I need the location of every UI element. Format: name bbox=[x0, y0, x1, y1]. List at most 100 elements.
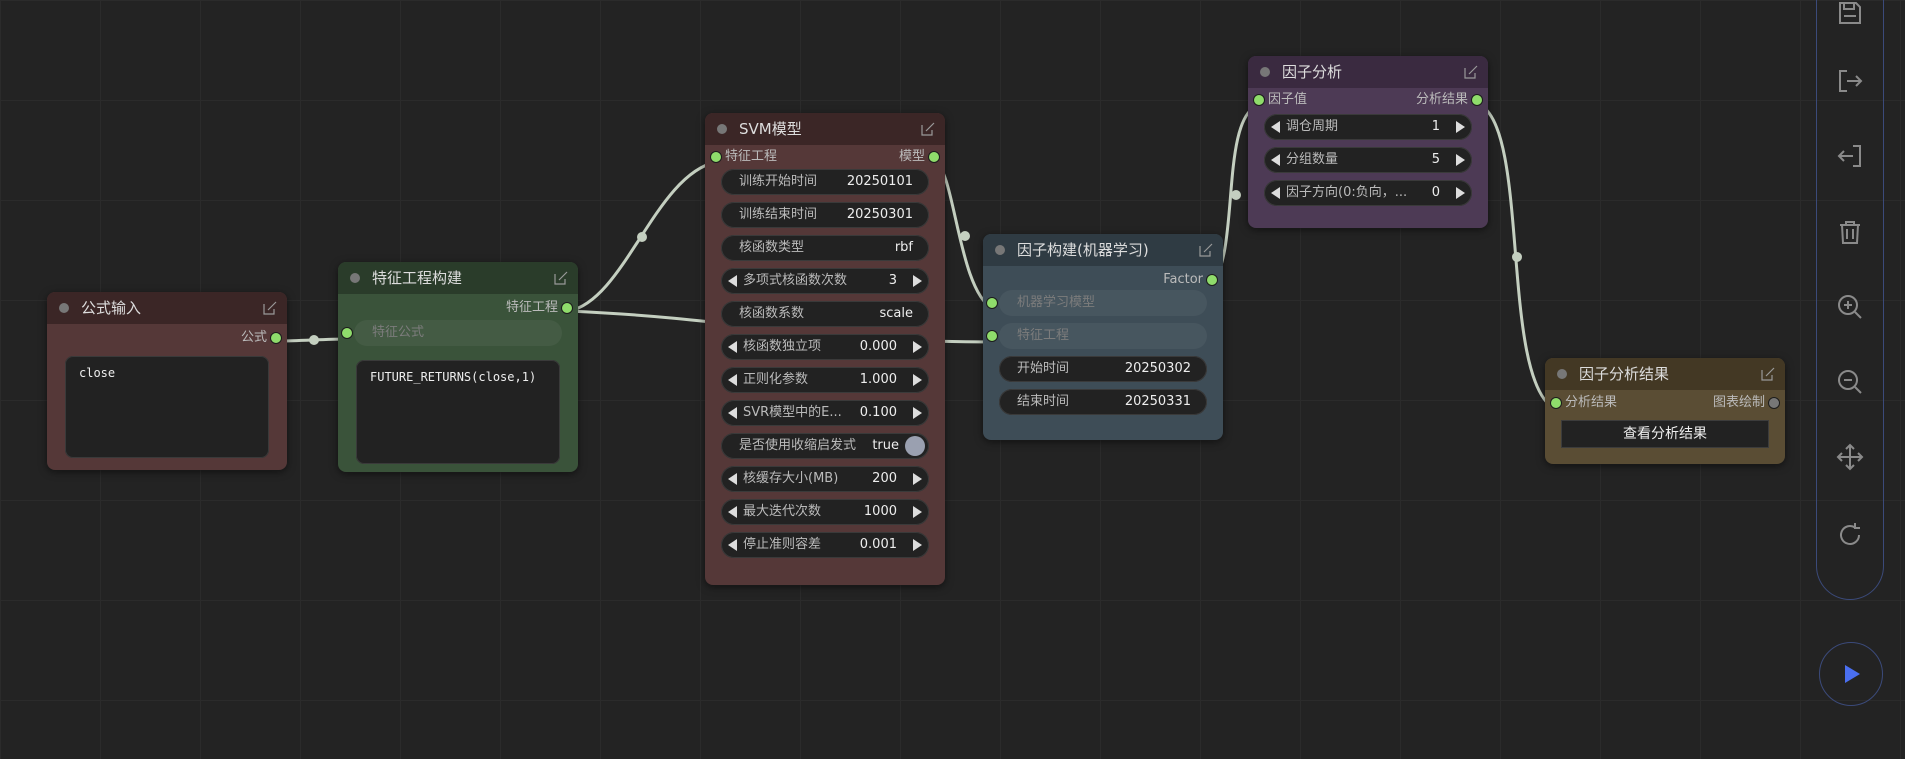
svm-param-field[interactable]: 是否使用收缩启发式 true bbox=[721, 433, 929, 459]
collapse-dot[interactable] bbox=[717, 124, 727, 134]
edit-icon[interactable] bbox=[1761, 367, 1775, 381]
link-reroute-dot bbox=[960, 231, 970, 241]
input-port[interactable] bbox=[1254, 95, 1264, 105]
node-svm-model[interactable]: SVM模型 特征工程 模型 训练开始时间 20250101 训练结束时间 202503… bbox=[705, 113, 945, 585]
increment-arrow-icon[interactable] bbox=[1456, 121, 1465, 133]
end-time-field[interactable]: 结束时间 20250331 bbox=[999, 389, 1207, 415]
node-formula-input[interactable]: 公式输入 公式 close bbox=[47, 292, 287, 470]
input-port[interactable] bbox=[987, 298, 997, 308]
decrement-arrow-icon[interactable] bbox=[728, 275, 737, 287]
increment-arrow-icon[interactable] bbox=[913, 275, 922, 287]
input-port[interactable] bbox=[1551, 398, 1561, 408]
move-icon[interactable] bbox=[1835, 442, 1865, 472]
increment-arrow-icon[interactable] bbox=[913, 407, 922, 419]
import-icon[interactable] bbox=[1835, 141, 1865, 171]
decrement-arrow-icon[interactable] bbox=[728, 341, 737, 353]
field-value: rbf bbox=[894, 240, 913, 255]
edit-icon[interactable] bbox=[1199, 243, 1213, 257]
feature-textarea[interactable]: FUTURE_RETURNS(close,1) bbox=[356, 360, 560, 464]
group-count-stepper[interactable]: 分组数量 5 bbox=[1264, 147, 1472, 173]
run-button[interactable] bbox=[1819, 642, 1883, 706]
zoom-in-icon[interactable] bbox=[1835, 292, 1865, 322]
input-port[interactable] bbox=[987, 331, 997, 341]
field-value: 0.000 bbox=[859, 339, 897, 354]
increment-arrow-icon[interactable] bbox=[913, 506, 922, 518]
edit-icon[interactable] bbox=[554, 271, 568, 285]
collapse-dot[interactable] bbox=[1557, 369, 1567, 379]
link-reroute-dot bbox=[309, 335, 319, 345]
svm-param-field[interactable]: 训练开始时间 20250101 bbox=[721, 169, 929, 195]
svm-param-field[interactable]: 训练结束时间 20250301 bbox=[721, 202, 929, 228]
link-feature-svm bbox=[567, 160, 718, 313]
collapse-dot[interactable] bbox=[350, 273, 360, 283]
output-port[interactable] bbox=[1472, 95, 1482, 105]
node-title-bar[interactable]: SVM模型 bbox=[705, 113, 945, 145]
ml-model-input[interactable]: 机器学习模型 bbox=[987, 290, 1207, 316]
refresh-icon[interactable] bbox=[1835, 520, 1865, 550]
factor-direction-stepper[interactable]: 因子方向(0:负向，... 0 bbox=[1264, 180, 1472, 206]
start-time-field[interactable]: 开始时间 20250302 bbox=[999, 356, 1207, 382]
increment-arrow-icon[interactable] bbox=[913, 539, 922, 551]
export-icon[interactable] bbox=[1835, 66, 1865, 96]
collapse-dot[interactable] bbox=[59, 303, 69, 313]
save-icon[interactable] bbox=[1835, 0, 1865, 28]
output-label: 模型 bbox=[898, 149, 925, 164]
formula-textarea[interactable]: close bbox=[65, 356, 269, 458]
decrement-arrow-icon[interactable] bbox=[728, 539, 737, 551]
node-title-bar[interactable]: 因子构建(机器学习) bbox=[983, 234, 1223, 266]
svm-param-field[interactable]: 核函数独立项 0.000 bbox=[721, 334, 929, 360]
node-factor-result[interactable]: 因子分析结果 分析结果 图表绘制 查看分析结果 bbox=[1545, 358, 1785, 464]
view-results-button[interactable]: 查看分析结果 bbox=[1561, 420, 1769, 448]
field-label: 核函数类型 bbox=[739, 240, 805, 255]
svm-param-field[interactable]: 核缓存大小(MB) 200 bbox=[721, 466, 929, 492]
output-port[interactable] bbox=[1207, 275, 1217, 285]
node-factor-analysis[interactable]: 因子分析 因子值 分析结果 调仓周期 1 分组数量 5 因子方向(0:负向，..… bbox=[1248, 56, 1488, 228]
output-port[interactable] bbox=[1769, 398, 1779, 408]
increment-arrow-icon[interactable] bbox=[913, 473, 922, 485]
decrement-arrow-icon[interactable] bbox=[1271, 187, 1280, 199]
field-label: 停止准则容差 bbox=[743, 537, 822, 552]
node-title-bar[interactable]: 特征工程构建 bbox=[338, 262, 578, 294]
feature-formula-input[interactable]: 特征公式 bbox=[342, 320, 562, 346]
svm-param-field[interactable]: SVR模型中的E... 0.100 bbox=[721, 400, 929, 426]
input-port[interactable] bbox=[711, 152, 721, 162]
decrement-arrow-icon[interactable] bbox=[728, 473, 737, 485]
output-port[interactable] bbox=[562, 303, 572, 313]
decrement-arrow-icon[interactable] bbox=[728, 506, 737, 518]
zoom-out-icon[interactable] bbox=[1835, 367, 1865, 397]
svm-param-field[interactable]: 核函数类型 rbf bbox=[721, 235, 929, 261]
increment-arrow-icon[interactable] bbox=[913, 341, 922, 353]
output-port[interactable] bbox=[271, 333, 281, 343]
increment-arrow-icon[interactable] bbox=[913, 374, 922, 386]
edit-icon[interactable] bbox=[921, 122, 935, 136]
node-factor-ml[interactable]: 因子构建(机器学习) Factor 机器学习模型 特征工程 开始时间 20250… bbox=[983, 234, 1223, 440]
decrement-arrow-icon[interactable] bbox=[728, 407, 737, 419]
increment-arrow-icon[interactable] bbox=[1456, 154, 1465, 166]
feature-eng-input[interactable]: 特征工程 bbox=[987, 323, 1207, 349]
field-value: 5 bbox=[1431, 152, 1440, 167]
svm-param-field[interactable]: 最大迭代次数 1000 bbox=[721, 499, 929, 525]
toggle-knob[interactable] bbox=[905, 436, 925, 456]
node-title-bar[interactable]: 公式输入 bbox=[47, 292, 287, 324]
decrement-arrow-icon[interactable] bbox=[1271, 154, 1280, 166]
svm-param-field[interactable]: 核函数系数 scale bbox=[721, 301, 929, 327]
trash-icon[interactable] bbox=[1835, 217, 1865, 247]
play-icon bbox=[1845, 665, 1860, 683]
edit-icon[interactable] bbox=[263, 301, 277, 315]
svm-param-field[interactable]: 多项式核函数次数 3 bbox=[721, 268, 929, 294]
collapse-dot[interactable] bbox=[1260, 67, 1270, 77]
output-port[interactable] bbox=[929, 152, 939, 162]
decrement-arrow-icon[interactable] bbox=[728, 374, 737, 386]
field-value: 20250331 bbox=[1124, 394, 1191, 409]
node-title-bar[interactable]: 因子分析 bbox=[1248, 56, 1488, 88]
collapse-dot[interactable] bbox=[995, 245, 1005, 255]
svm-param-field[interactable]: 正则化参数 1.000 bbox=[721, 367, 929, 393]
increment-arrow-icon[interactable] bbox=[1456, 187, 1465, 199]
node-feature-engineering[interactable]: 特征工程构建 特征工程 特征公式 FUTURE_RETURNS(close,1) bbox=[338, 262, 578, 472]
svm-param-field[interactable]: 停止准则容差 0.001 bbox=[721, 532, 929, 558]
edit-icon[interactable] bbox=[1464, 65, 1478, 79]
decrement-arrow-icon[interactable] bbox=[1271, 121, 1280, 133]
input-port[interactable] bbox=[342, 328, 352, 338]
rebalance-period-stepper[interactable]: 调仓周期 1 bbox=[1264, 114, 1472, 140]
node-title-bar[interactable]: 因子分析结果 bbox=[1545, 358, 1785, 390]
